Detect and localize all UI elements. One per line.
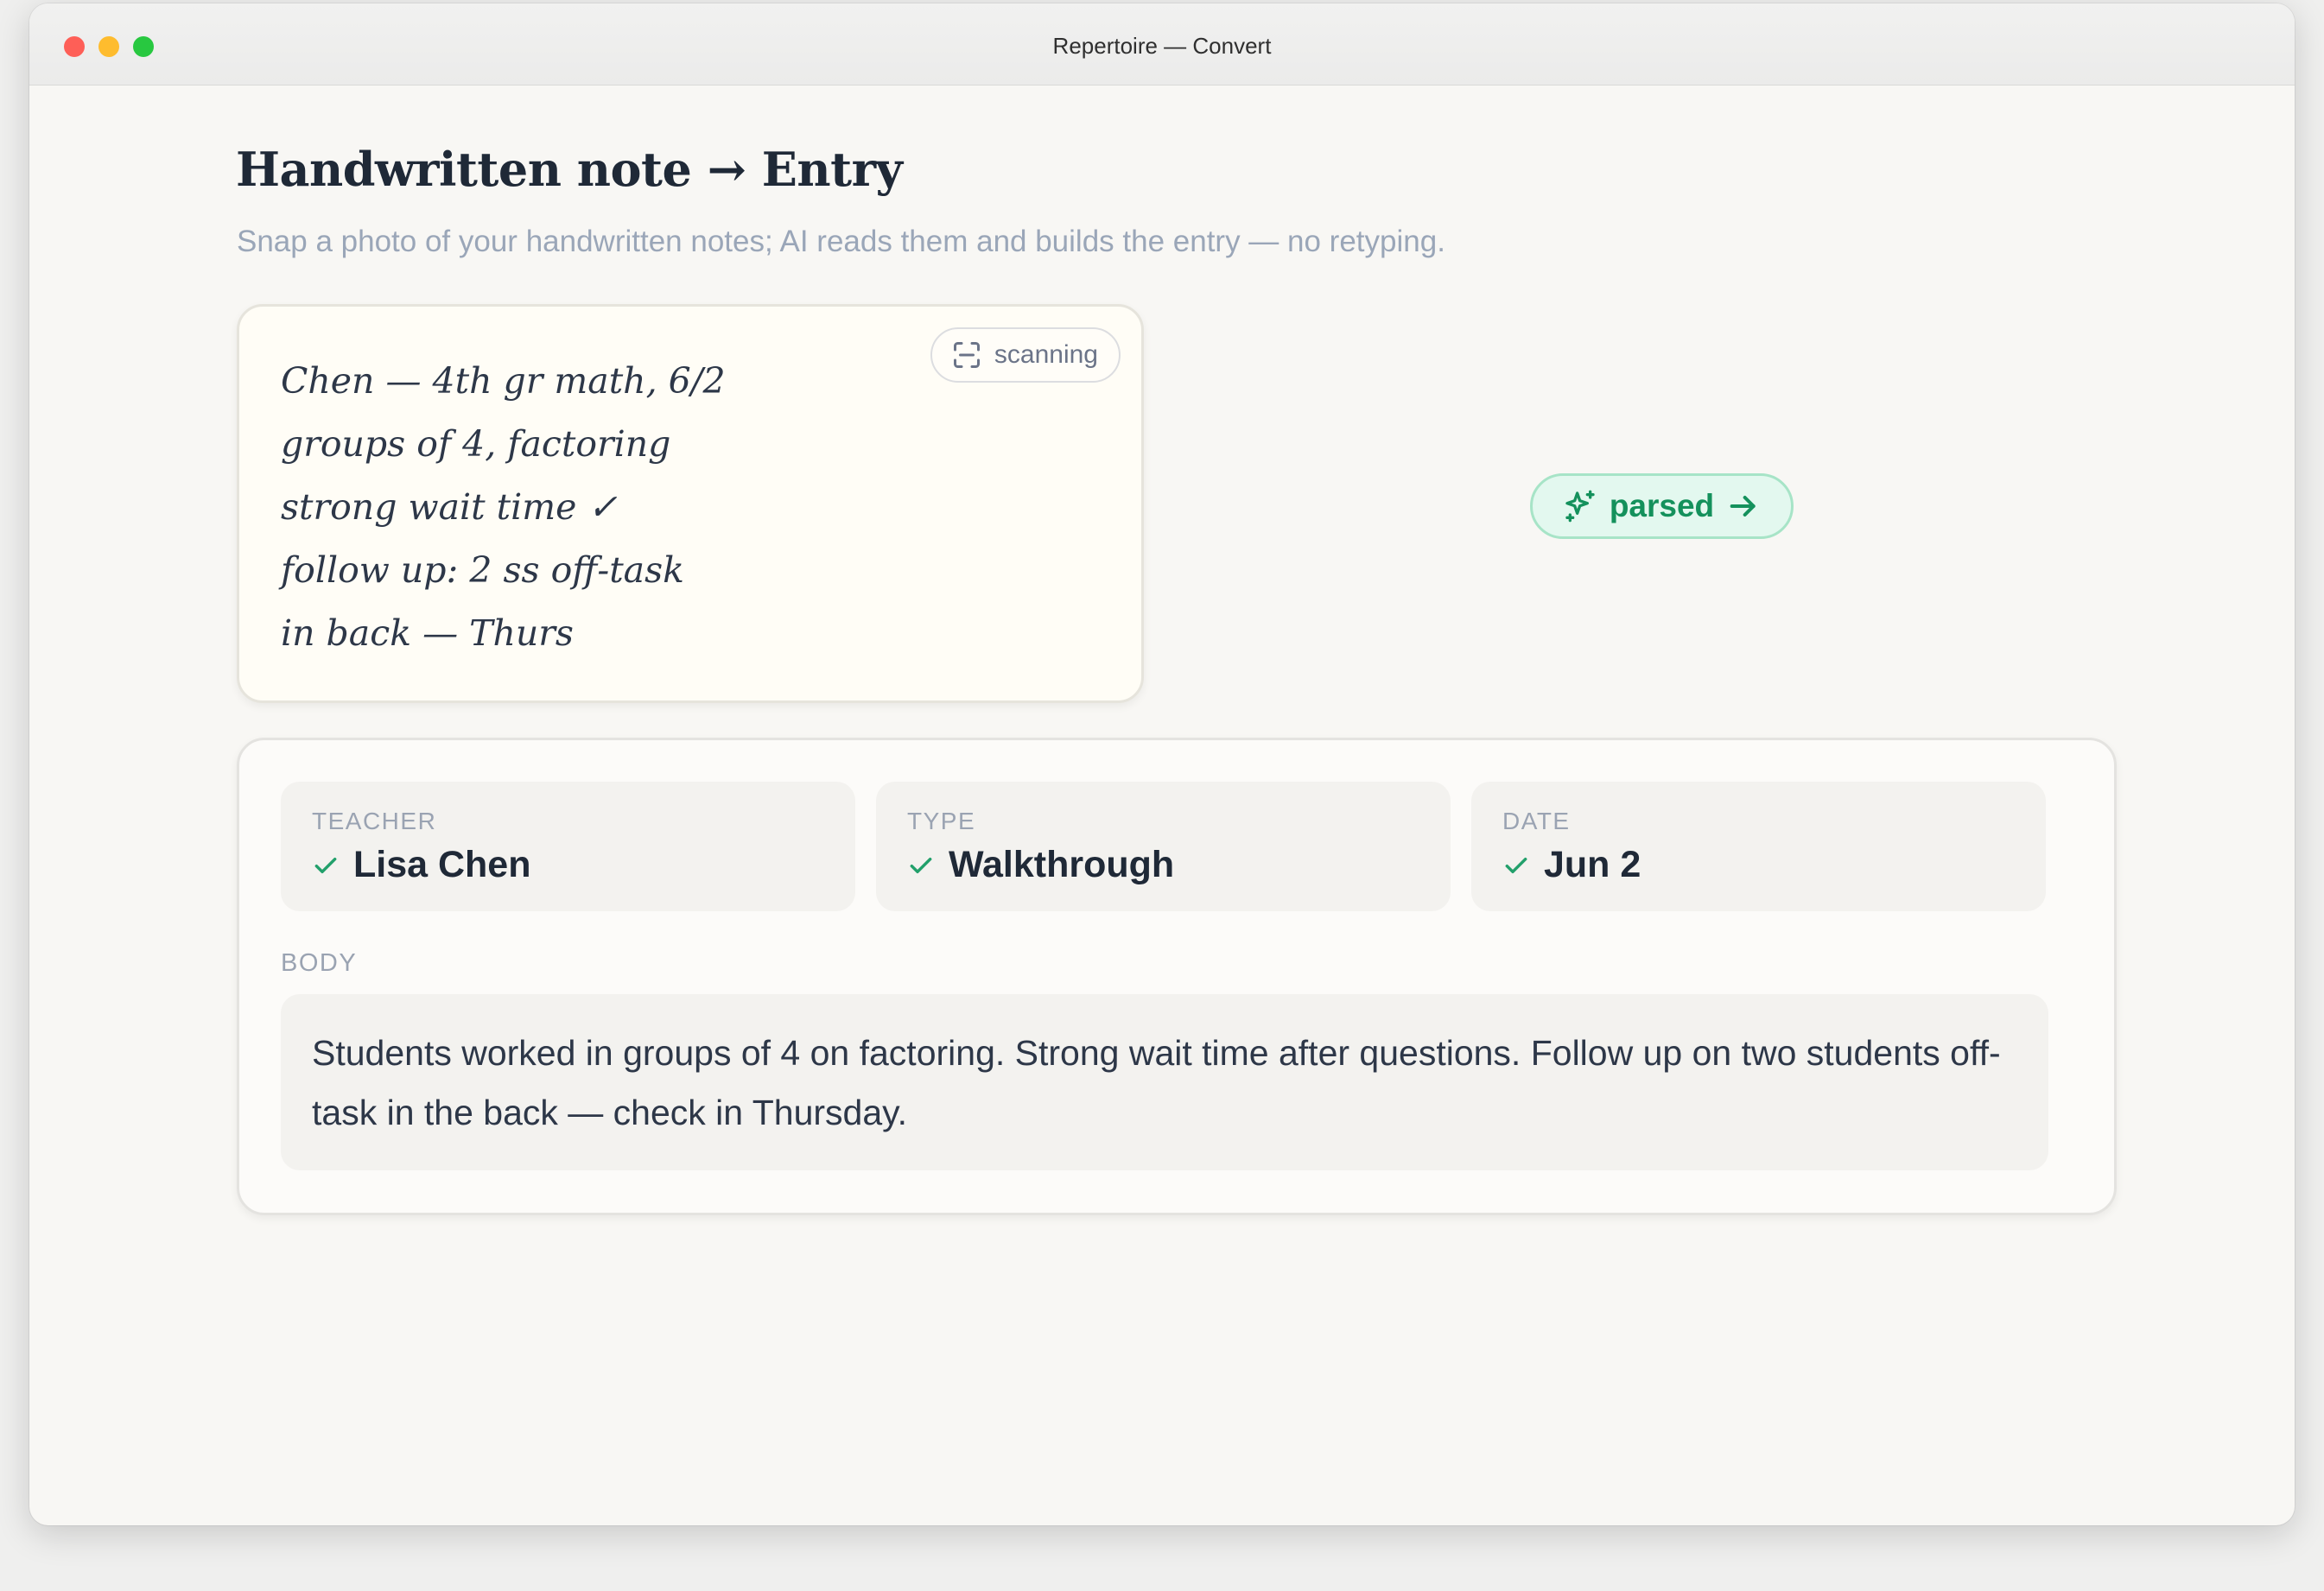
date-field[interactable]: DATE Jun 2 <box>1471 782 2046 911</box>
scan-frame-icon <box>953 342 980 368</box>
arrow-right-icon <box>1730 496 1756 517</box>
handwritten-note-card[interactable]: Chen — 4th gr math, 6/2 groups of 4, fac… <box>237 304 1144 703</box>
note-line: groups of 4, factoring <box>281 423 671 465</box>
type-value: Walkthrough <box>949 844 1175 885</box>
teacher-field-value: Lisa Chen <box>312 844 531 886</box>
parsed-button[interactable]: parsed <box>1530 473 1794 539</box>
teacher-value: Lisa Chen <box>353 844 531 885</box>
type-field-value: Walkthrough <box>907 844 1174 886</box>
note-line: strong wait time ✓ <box>281 486 618 528</box>
scanning-status-label: scanning <box>994 340 1098 369</box>
parsed-label: parsed <box>1609 488 1715 523</box>
sparkles-icon <box>1565 490 1595 523</box>
date-value: Jun 2 <box>1544 844 1641 885</box>
note-line: Chen — 4th gr math, 6/2 <box>281 360 726 402</box>
check-icon <box>314 857 337 873</box>
date-field-label: DATE <box>1502 808 1571 834</box>
note-line: in back — Thurs <box>281 612 574 654</box>
teacher-field-label: TEACHER <box>312 808 437 834</box>
scanning-status-chip: scanning <box>930 327 1121 383</box>
date-field-value: Jun 2 <box>1502 844 1641 886</box>
page-subtitle: Snap a photo of your handwritten notes; … <box>237 225 1445 258</box>
teacher-field[interactable]: TEACHER Lisa Chen <box>281 782 855 911</box>
window-title: Repertoire — Convert <box>1052 33 1272 59</box>
check-icon <box>910 857 932 873</box>
handwritten-note-lines: Chen — 4th gr math, 6/2 groups of 4, fac… <box>281 350 726 665</box>
page-title: Handwritten note → Entry <box>236 142 903 197</box>
type-field-label: TYPE <box>907 808 976 834</box>
entry-card: TEACHER Lisa Chen TYPE Walkthrough DATE … <box>237 738 2117 1215</box>
check-icon <box>1505 857 1527 873</box>
app-window: Repertoire — Convert Handwritten note → … <box>29 3 2295 1525</box>
note-line: follow up: 2 ss off-task <box>281 549 685 591</box>
type-field[interactable]: TYPE Walkthrough <box>876 782 1451 911</box>
body-field-label: BODY <box>281 949 358 977</box>
body-field[interactable]: Students worked in groups of 4 on factor… <box>281 994 2048 1170</box>
title-bar: Repertoire — Convert <box>29 3 2295 86</box>
